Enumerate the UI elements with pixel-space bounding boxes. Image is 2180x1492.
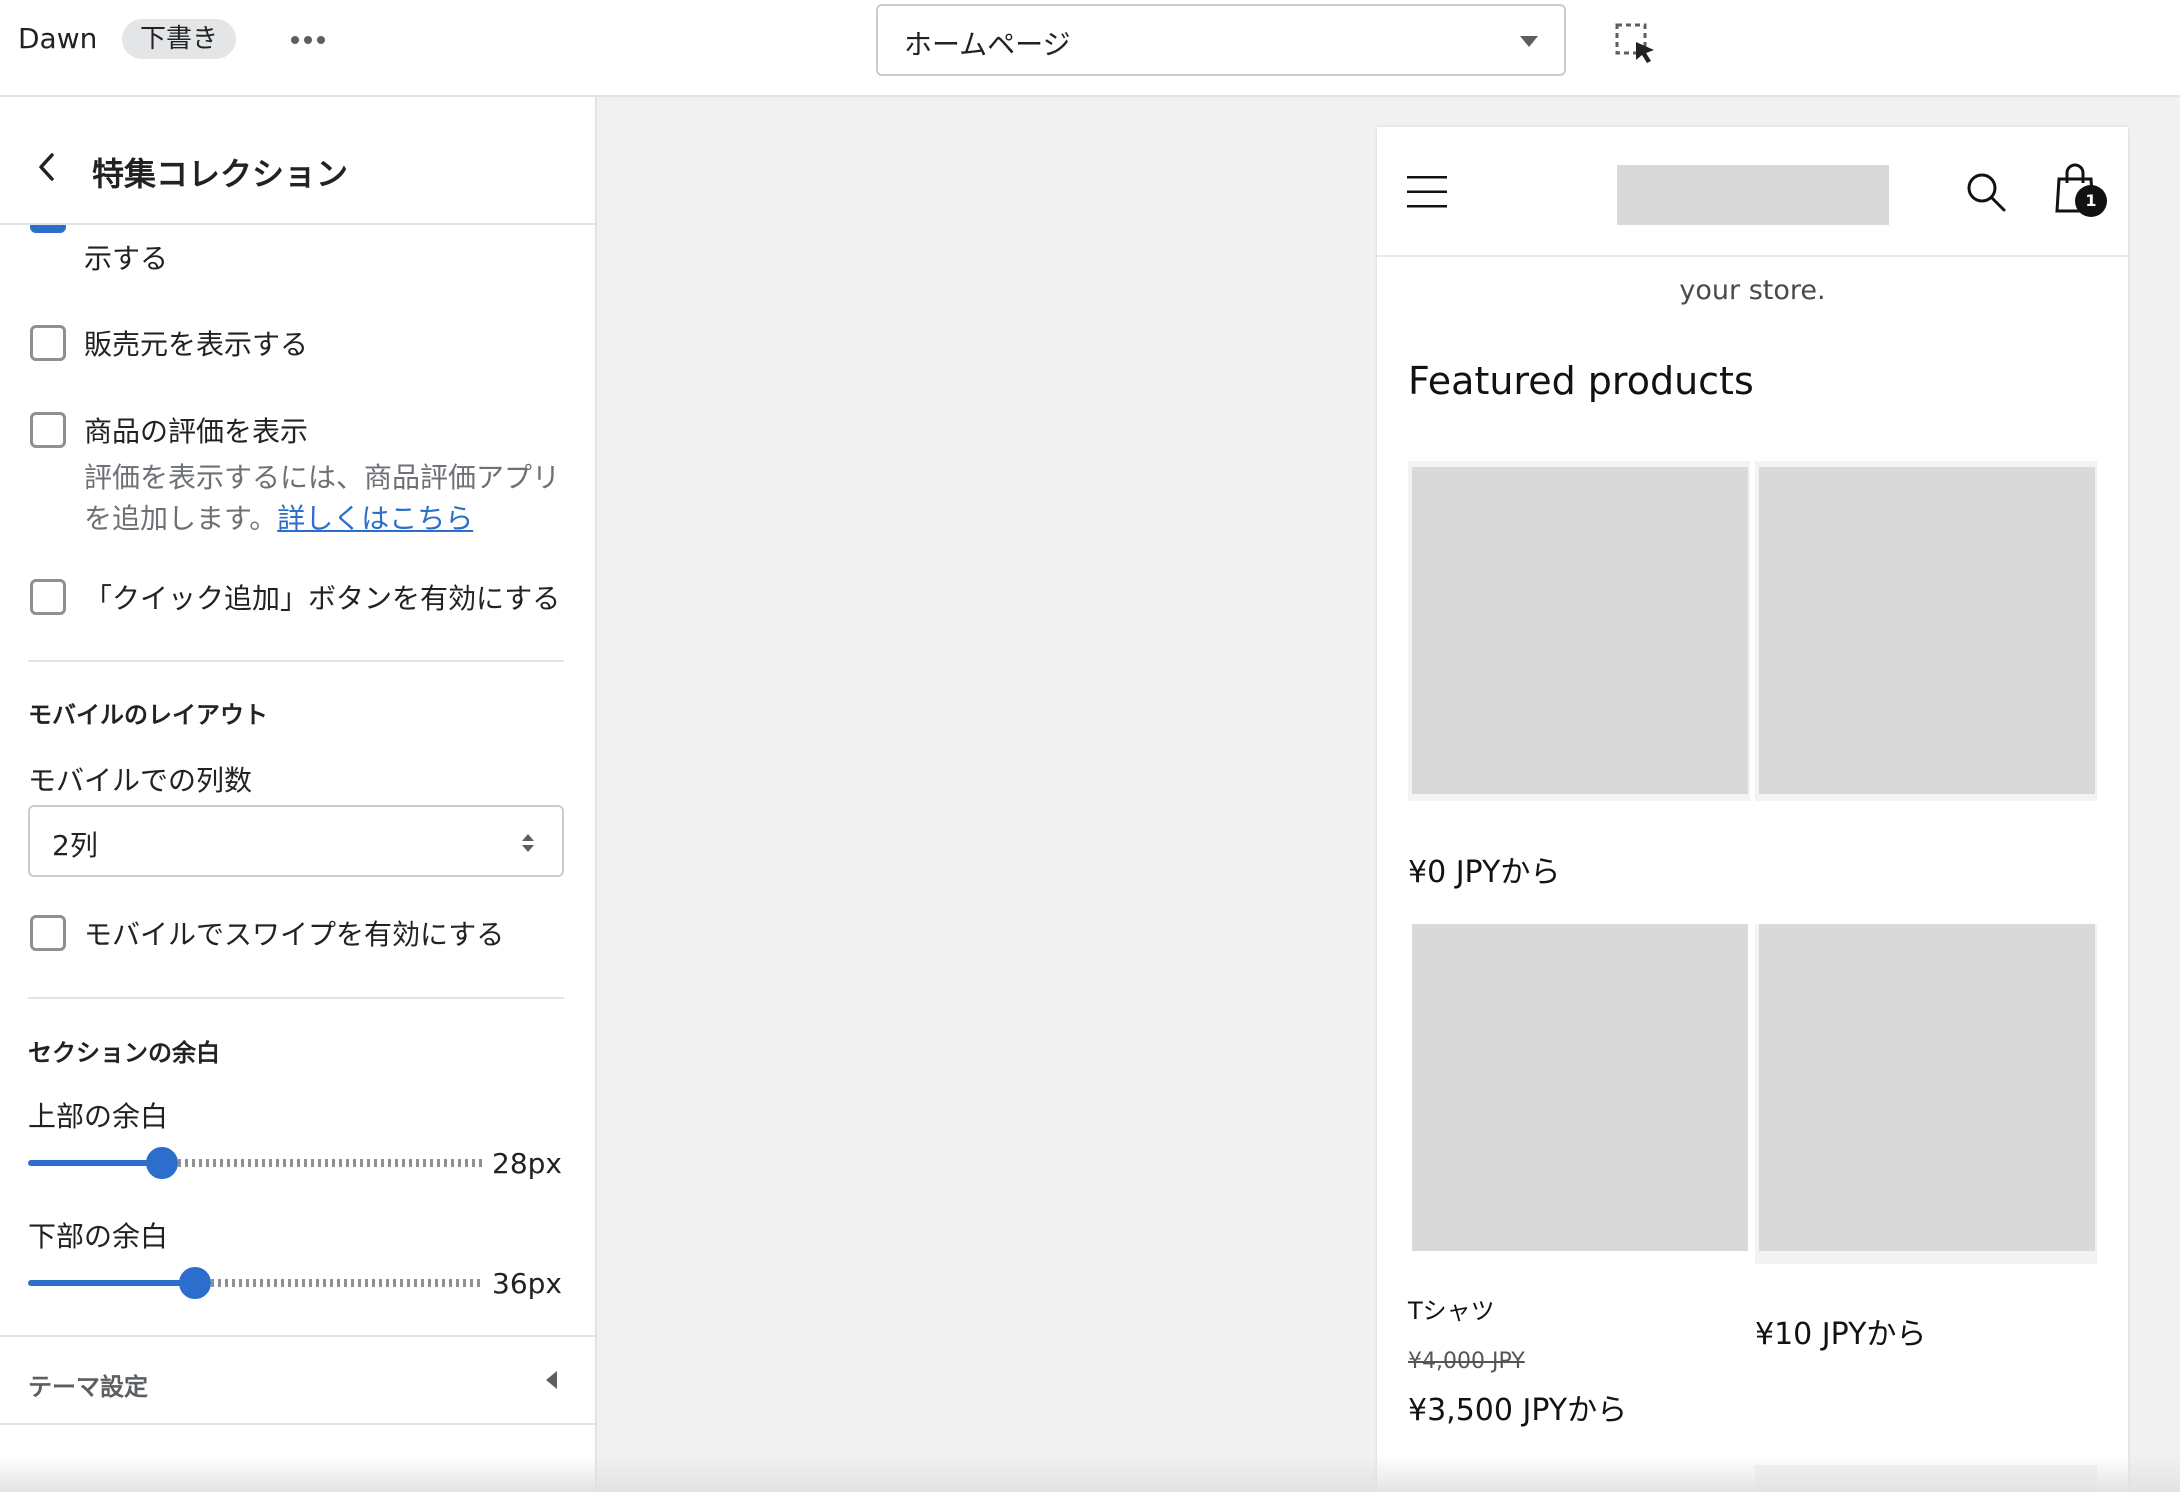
hamburger-menu-icon[interactable] xyxy=(1407,172,1447,212)
more-actions-button[interactable] xyxy=(286,18,330,62)
select-arrows-icon xyxy=(522,834,534,852)
select-value: 2列 xyxy=(52,829,98,862)
chevron-left-icon xyxy=(39,153,54,181)
divider xyxy=(28,660,564,662)
featured-products-title: Featured products xyxy=(1408,359,1754,403)
product-image-placeholder[interactable] xyxy=(1759,467,2095,794)
cart-count-badge: 1 xyxy=(2075,185,2107,217)
store-logo-placeholder[interactable] xyxy=(1617,165,1889,225)
theme-editor: Dawn 下書き ホームページ 特集コレクション 示する 販売元を表示する 商品… xyxy=(0,0,2180,1492)
cart-button[interactable]: 1 xyxy=(2053,161,2107,221)
product-price: ¥10 JPYから xyxy=(1755,1317,1927,1352)
slider-track-filled xyxy=(28,1280,195,1286)
select-cursor-icon xyxy=(1615,23,1654,63)
show-vendor-checkbox[interactable]: 販売元を表示する xyxy=(30,325,308,365)
slider-track-filled xyxy=(28,1160,162,1166)
checkbox-label: 「クイック追加」ボタンを有効にする xyxy=(84,582,561,615)
page-select[interactable]: ホームページ xyxy=(876,4,1566,76)
bottom-padding-value: 36px xyxy=(492,1267,562,1300)
back-button[interactable] xyxy=(28,147,68,187)
top-padding-value: 28px xyxy=(492,1147,562,1180)
product-title[interactable]: Tシャツ xyxy=(1408,1291,1495,1326)
product-price: ¥0 JPYから xyxy=(1408,855,1561,890)
bottom-padding-label: 下部の余白 xyxy=(28,1220,169,1253)
theme-settings-label: テーマ設定 xyxy=(28,1373,148,1401)
more-horizontal-icon xyxy=(291,36,325,44)
checkbox-label: 販売元を表示する xyxy=(84,328,309,361)
product-image-placeholder[interactable] xyxy=(1412,924,1748,1251)
rating-help-text: 評価を表示するには、商品評価アプリを追加します。詳しくはこちら xyxy=(84,457,574,539)
checkbox[interactable] xyxy=(30,412,66,448)
divider xyxy=(28,997,564,999)
show-rating-checkbox[interactable]: 商品の評価を表示 xyxy=(30,412,308,452)
checkbox[interactable] xyxy=(30,579,66,615)
bottom-padding-slider[interactable] xyxy=(28,1265,484,1301)
settings-sidebar: 特集コレクション 示する 販売元を表示する 商品の評価を表示 評価を表示するには… xyxy=(0,97,597,1492)
top-bar: Dawn 下書き ホームページ xyxy=(0,0,2180,97)
product-image-placeholder[interactable] xyxy=(1412,467,1748,794)
caret-left-icon xyxy=(546,1371,557,1389)
section-padding-heading: セクションの余白 xyxy=(28,1039,220,1067)
mobile-swipe-checkbox[interactable]: モバイルでスワイプを有効にする xyxy=(30,915,504,955)
top-padding-slider[interactable] xyxy=(28,1145,484,1181)
draft-badge: 下書き xyxy=(122,19,237,59)
product-card[interactable] xyxy=(1755,1465,2097,1492)
page-select-value: ホームページ xyxy=(904,28,1071,61)
slider-track xyxy=(178,1159,484,1167)
mobile-columns-label: モバイルでの列数 xyxy=(28,764,253,797)
checkbox[interactable] xyxy=(30,915,66,951)
top-padding-label: 上部の余白 xyxy=(28,1100,169,1133)
inspector-button[interactable] xyxy=(1610,18,1660,68)
search-icon[interactable] xyxy=(1965,171,2007,213)
checkbox-label-partial: 示する xyxy=(84,242,169,275)
product-price: ¥3,500 JPYから xyxy=(1408,1393,1628,1428)
theme-name: Dawn xyxy=(18,22,98,55)
slider-track xyxy=(211,1279,484,1287)
learn-more-link[interactable]: 詳しくはこちら xyxy=(277,502,473,535)
sidebar-title: 特集コレクション xyxy=(92,155,349,193)
preview-header: 1 xyxy=(1377,127,2128,257)
quick-add-checkbox[interactable]: 「クイック追加」ボタンを有効にする xyxy=(30,579,560,619)
caret-down-icon xyxy=(1520,36,1538,47)
theme-settings-row[interactable]: テーマ設定 xyxy=(0,1335,595,1425)
mobile-layout-heading: モバイルのレイアウト xyxy=(28,701,268,729)
checkbox-label: モバイルでスワイプを有効にする xyxy=(84,918,505,951)
sidebar-header: 特集コレクション xyxy=(0,97,595,225)
mobile-columns-select[interactable]: 2列 xyxy=(28,805,564,877)
checkbox[interactable] xyxy=(30,325,66,361)
slider-thumb[interactable] xyxy=(179,1267,211,1299)
checkbox-label: 商品の評価を表示 xyxy=(84,415,309,448)
product-image-placeholder[interactable] xyxy=(1759,924,2095,1251)
product-compare-price: ¥4,000 JPY xyxy=(1408,1349,1525,1374)
slider-thumb[interactable] xyxy=(146,1147,178,1179)
store-text: your store. xyxy=(1679,275,1826,306)
store-preview: 1 your store. Featured products ¥0 JPYから… xyxy=(1377,127,2128,1492)
